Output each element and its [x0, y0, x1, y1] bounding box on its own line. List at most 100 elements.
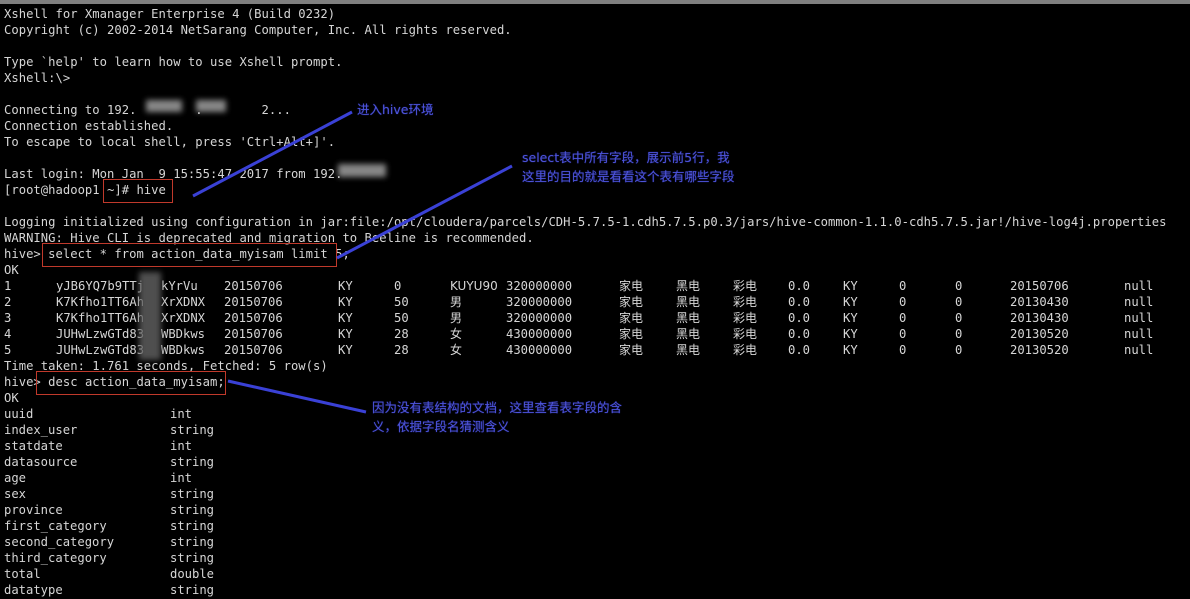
desc-ok-line: OK	[4, 391, 19, 405]
schema-column-name: statdate	[4, 439, 63, 453]
cell-second_category: 黑电	[676, 343, 701, 357]
schema-column-type: int	[170, 471, 193, 485]
cell-datatype: KY	[843, 343, 858, 357]
schema-column-name: uuid	[4, 407, 34, 421]
cell-col_b: 0	[955, 311, 963, 325]
cell-datasource: KY	[338, 343, 353, 357]
cell-col_date: 20130430	[1010, 311, 1069, 325]
schema-column-type: string	[170, 487, 215, 501]
schema-column-type: string	[170, 535, 215, 549]
desc-command-line: hive> desc action_data_myisam;	[4, 374, 225, 390]
cell-datasource: KY	[338, 327, 353, 341]
select-command-text: select * from action_data_myisam limit 5…	[48, 247, 350, 261]
cell-col_null: null	[1124, 295, 1154, 309]
schema-column-type: double	[170, 567, 215, 581]
schema-column-name: first_category	[4, 519, 107, 533]
cell-third_category: 彩电	[733, 311, 758, 325]
cell-col_b: 0	[955, 295, 963, 309]
cell-col_b: 0	[955, 343, 963, 357]
schema-column-name: sex	[4, 487, 27, 501]
select-command-line: hive> select * from action_data_myisam l…	[4, 246, 350, 262]
redaction-ip-2	[196, 100, 226, 112]
cell-datasource: KY	[338, 311, 353, 325]
last-login-line: Last login: Mon Jan 9 15:55:47 2017 from…	[4, 167, 343, 181]
cell-province: 320000000	[506, 295, 573, 309]
cell-sex: 男	[450, 295, 463, 309]
annotation-select-line2: 这里的目的就是看看这个表有哪些字段	[522, 169, 735, 184]
table-row: 5 JUHwLzwGTd83 WBDkws 20150706 KY 28 女 43000000…	[0, 342, 1190, 358]
cell-first_category: 家电	[619, 343, 644, 357]
cell-total: 0.0	[788, 279, 811, 293]
leader-line-desc	[227, 379, 367, 414]
schema-column-type: int	[170, 407, 193, 421]
hive-warning-line: WARNING: Hive CLI is deprecated and migr…	[4, 231, 534, 245]
schema-column-name: second_category	[4, 535, 115, 549]
cell-index_user_b: XrXDNX	[161, 295, 206, 309]
table-row: 4 JUHwLzwGTd83 WBDkws 20150706 KY 28 女 43000000…	[0, 326, 1190, 342]
cell-first_category: 家电	[619, 327, 644, 341]
cell-col_a: 0	[899, 311, 907, 325]
cell-col_b: 0	[955, 279, 963, 293]
cell-total: 0.0	[788, 327, 811, 341]
cell-datatype: KY	[843, 311, 858, 325]
time-taken-line: Time taken: 1.761 seconds, Fetched: 5 ro…	[4, 359, 328, 373]
cell-index_user_a: JUHwLzwGTd83	[56, 327, 145, 341]
escape-hint-line: To escape to local shell, press 'Ctrl+Al…	[4, 135, 336, 149]
cell-col_null: null	[1124, 327, 1154, 341]
schema-column-name: province	[4, 503, 63, 517]
cell-total: 0.0	[788, 311, 811, 325]
cell-col_null: null	[1124, 279, 1154, 293]
copyright-line: Copyright (c) 2002-2014 NetSarang Comput…	[4, 23, 512, 37]
schema-column-type: string	[170, 423, 215, 437]
cell-index_user_a: yJB6YQ7b9TTj	[56, 279, 145, 293]
cell-third_category: 彩电	[733, 343, 758, 357]
cell-index_user_a: K7Kfho1TT6Ah	[56, 311, 145, 325]
cell-statdate: 20150706	[224, 327, 283, 341]
cell-index_user_a: JUHwLzwGTd83	[56, 343, 145, 357]
cell-uuid: 1	[4, 279, 12, 293]
schema-column-name: datatype	[4, 583, 63, 597]
cell-col_null: null	[1124, 311, 1154, 325]
hive-prompt-text-2: hive>	[4, 375, 49, 389]
app-title-line: Xshell for Xmanager Enterprise 4 (Build …	[4, 7, 336, 21]
cell-province: 320000000	[506, 279, 573, 293]
cell-col_a: 0	[899, 343, 907, 357]
cell-datasource: KY	[338, 279, 353, 293]
cell-index_user_b: WBDkws	[161, 343, 206, 357]
cell-third_category: 彩电	[733, 327, 758, 341]
cell-index_user_a: K7Kfho1TT6Ah	[56, 295, 145, 309]
cell-total: 0.0	[788, 295, 811, 309]
cell-datatype: KY	[843, 295, 858, 309]
cell-col_b: 0	[955, 327, 963, 341]
terminal-window[interactable]: Xshell for Xmanager Enterprise 4 (Build …	[0, 0, 1190, 599]
cell-sex: 男	[450, 311, 463, 325]
hive-logging-line: Logging initialized using configuration …	[4, 215, 1167, 229]
table-row: 1 yJB6YQ7b9TTj kYrVu 20150706 KY 0 KUYU90 32000…	[0, 278, 1190, 294]
cell-age: 50	[394, 295, 409, 309]
schema-column-type: string	[170, 583, 215, 597]
table-row: 3 K7Kfho1TT6Ah XrXDNX 20150706 KY 50 男 32000000…	[0, 310, 1190, 326]
desc-command-text: desc action_data_myisam;	[48, 375, 225, 389]
cell-col_a: 0	[899, 327, 907, 341]
schema-column-type: string	[170, 519, 215, 533]
cell-total: 0.0	[788, 343, 811, 357]
shell-prompt-line: [root@hadoop1 ~]# hive	[4, 182, 166, 198]
cell-index_user_b: WBDkws	[161, 327, 206, 341]
schema-column-type: string	[170, 455, 215, 469]
cell-statdate: 20150706	[224, 311, 283, 325]
shell-prompt-text: [root@hadoop1 ~]#	[4, 183, 137, 197]
cell-sex: 女	[450, 327, 463, 341]
cell-province: 430000000	[506, 327, 573, 341]
cell-second_category: 黑电	[676, 311, 701, 325]
annotation-hive: 进入hive环境	[357, 102, 434, 117]
cell-col_date: 20150706	[1010, 279, 1069, 293]
schema-column-name: index_user	[4, 423, 78, 437]
cell-province: 430000000	[506, 343, 573, 357]
annotation-select-line1: select表中所有字段，展示前5行，我	[522, 150, 730, 165]
select-ok-line: OK	[4, 263, 19, 277]
cell-datatype: KY	[843, 327, 858, 341]
schema-column-type: string	[170, 503, 215, 517]
cell-datasource: KY	[338, 295, 353, 309]
schema-column-name: datasource	[4, 455, 78, 469]
cell-statdate: 20150706	[224, 279, 283, 293]
